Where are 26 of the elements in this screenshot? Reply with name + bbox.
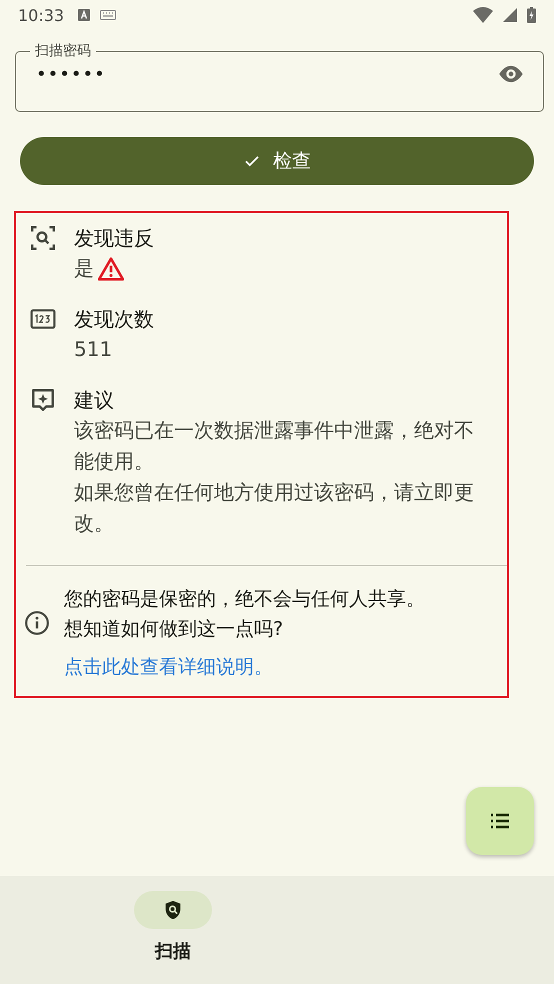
result-value: 是 (74, 255, 94, 282)
password-field[interactable]: 扫描密码 •••••• (15, 42, 544, 112)
text-input-icon (78, 9, 90, 21)
password-value: •••••• (36, 64, 107, 84)
feedback-icon (30, 387, 56, 413)
info-icon (24, 610, 50, 636)
result-title: 发现违反 (74, 225, 155, 252)
keyboard-icon (100, 10, 116, 20)
result-value: 511 (74, 336, 114, 363)
privacy-note: 想知道如何做到这一点吗? (64, 617, 284, 642)
privacy-note: 您的密码是保密的，绝不会与任何人共享。 (64, 587, 426, 612)
nav-tab[interactable] (134, 891, 212, 929)
signal-icon (503, 8, 517, 22)
result-title: 建议 (74, 387, 115, 414)
nav-label: 扫描 (155, 940, 191, 963)
status-time: 10:33 (18, 6, 64, 24)
advice-text: 该密码已在一次数据泄露事件中泄露，绝对不能使用。 (74, 417, 475, 475)
scan-search-icon (30, 225, 56, 251)
list-button[interactable] (466, 787, 534, 855)
wifi-icon (473, 7, 493, 23)
result-title: 发现次数 (74, 306, 155, 333)
advice-text: 如果您曾在任何地方使用过该密码，请立即更改。 (74, 479, 475, 537)
check-button[interactable]: 检查 (20, 137, 534, 185)
field-label: 扫描密码 (34, 42, 92, 60)
details-link[interactable]: 点击此处查看详细说明。 (64, 652, 273, 682)
battery-icon (527, 7, 536, 23)
